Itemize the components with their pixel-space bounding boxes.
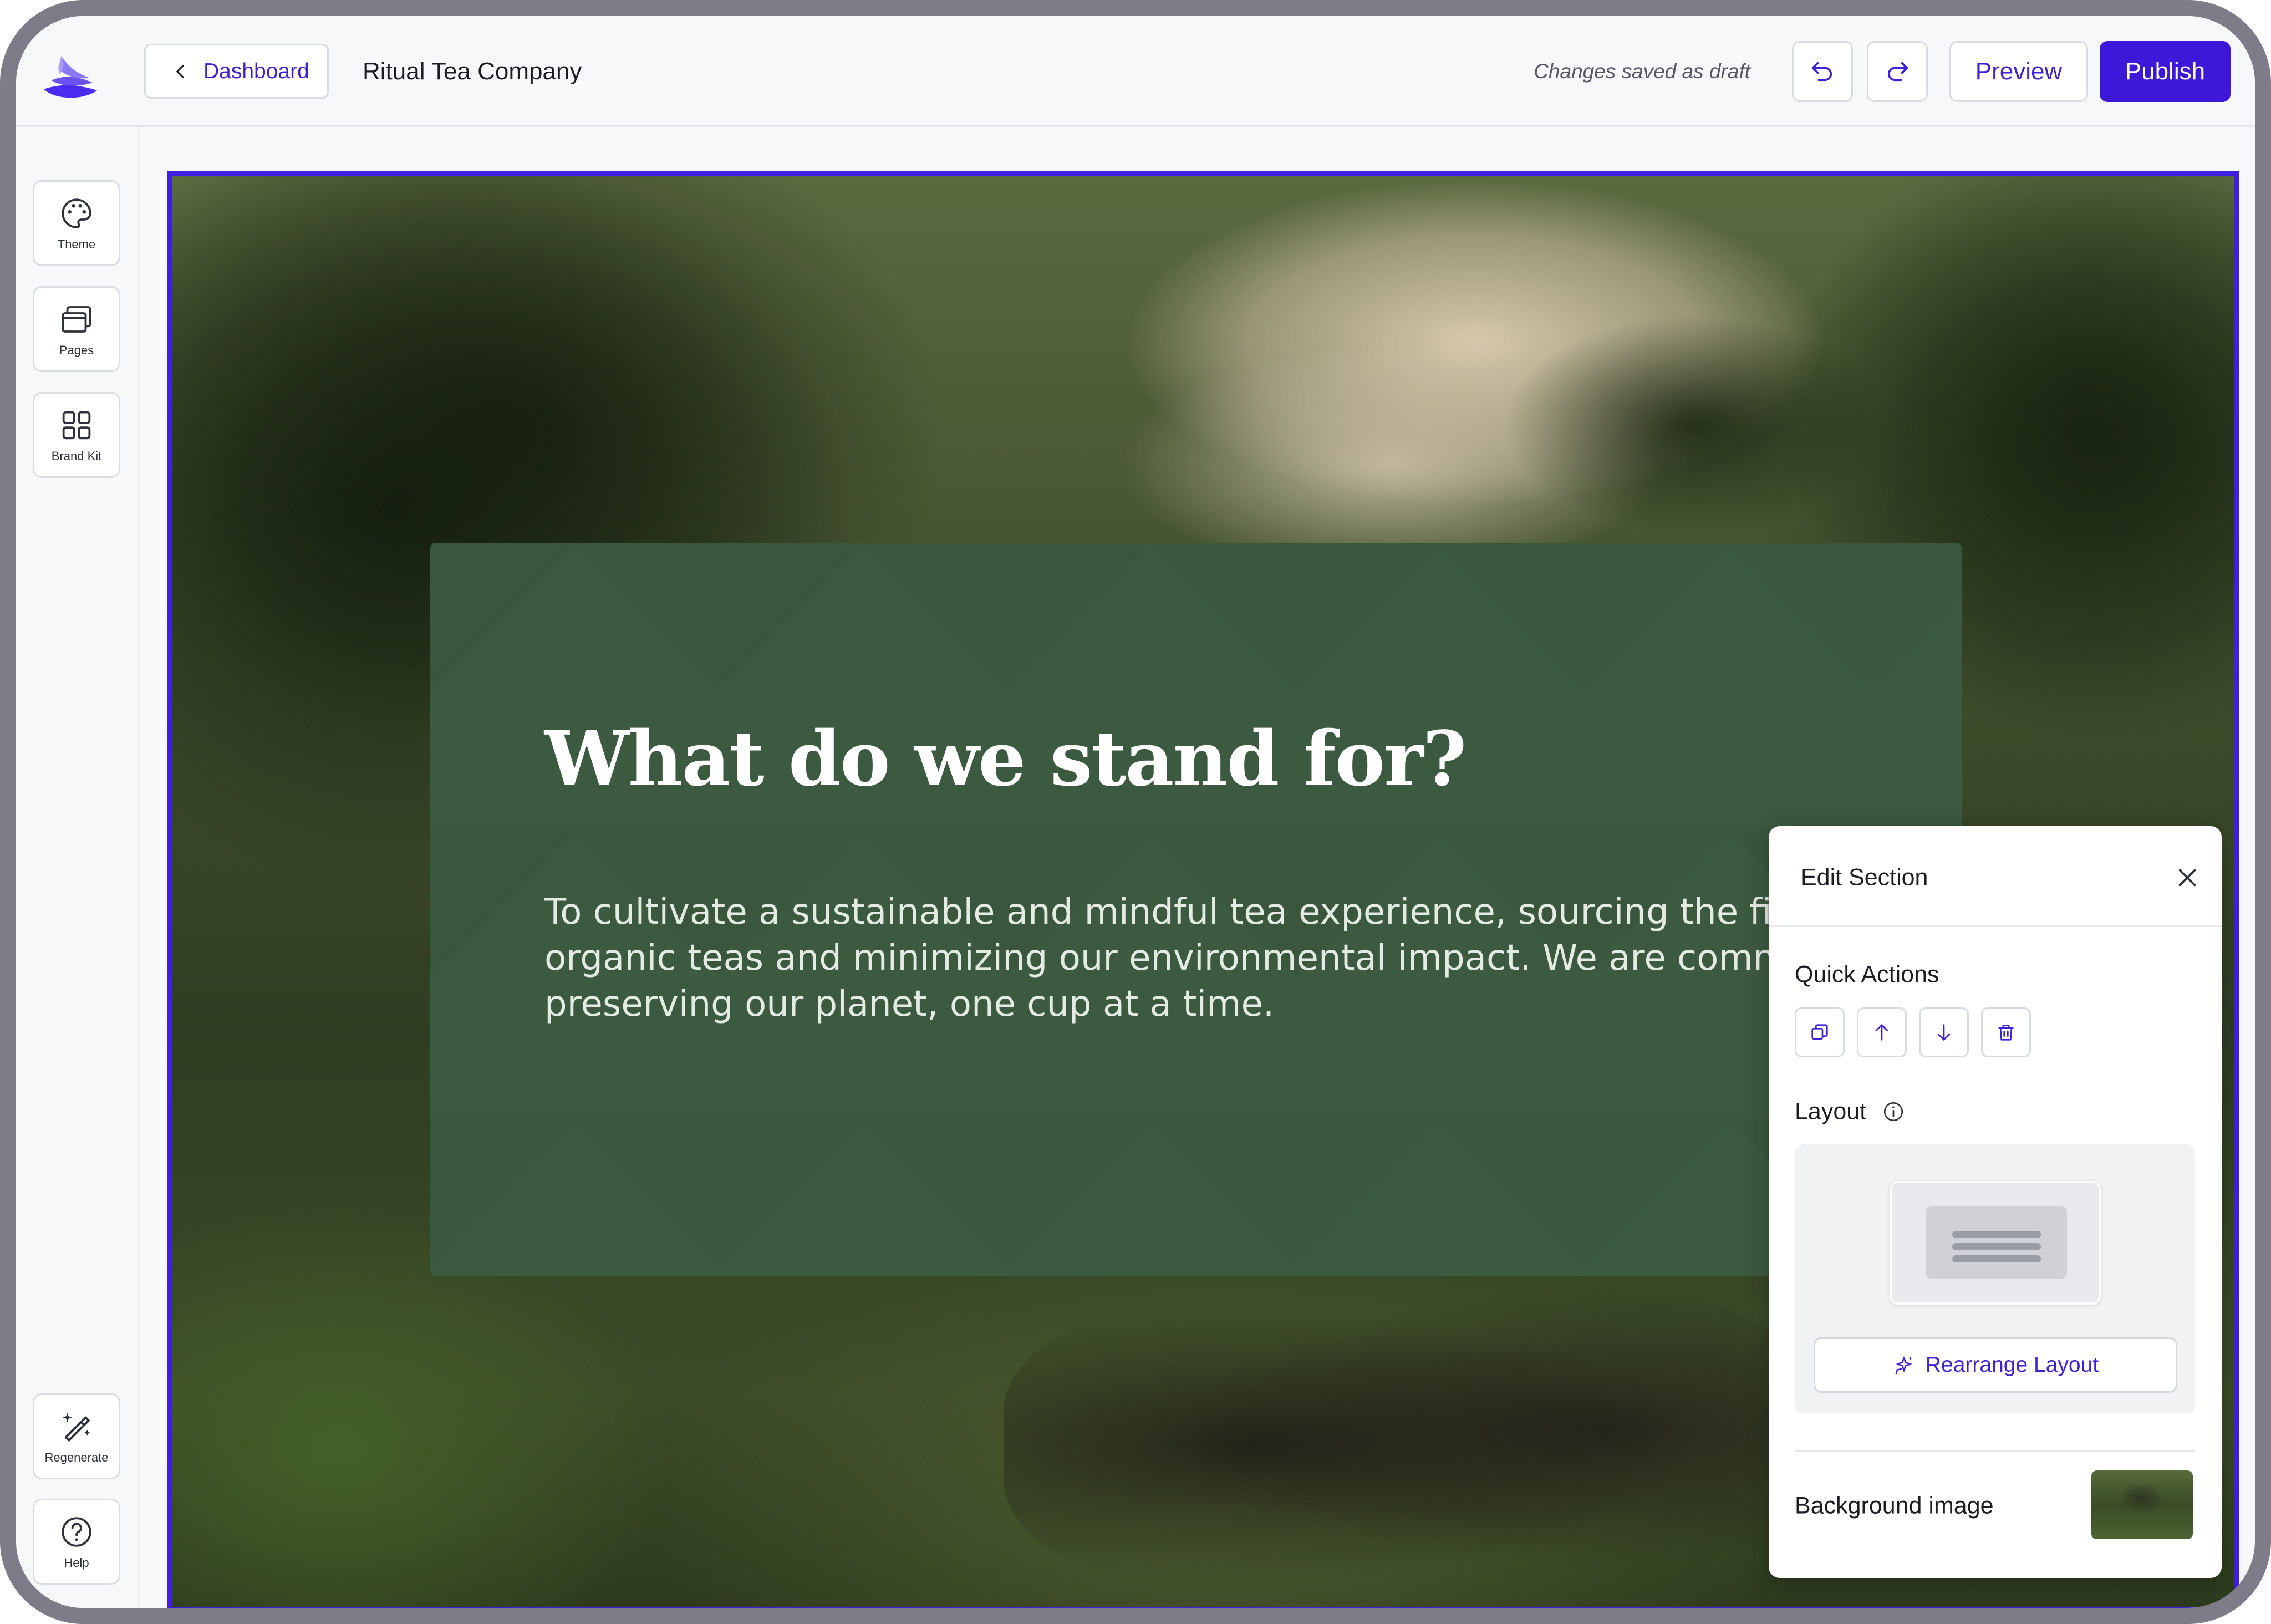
dashboard-back-button[interactable]: Dashboard [144,44,329,99]
tea-pickers [1004,1274,1835,1607]
move-up-button[interactable] [1857,1007,1907,1057]
sidebar-item-regenerate[interactable]: Regenerate [33,1393,120,1479]
delete-button[interactable] [1981,1007,2031,1057]
background-image-label: Background image [1795,1492,1994,1519]
sidebar-item-label: Brand Kit [51,449,102,463]
save-status: Changes saved as draft [1534,60,1750,83]
pages-icon [62,306,91,333]
layout-preview-line [1952,1243,2041,1250]
undo-button[interactable] [1792,41,1853,102]
top-bar: Dashboard Ritual Tea Company Changes sav… [16,16,2255,127]
preview-button[interactable]: Preview [1949,41,2088,102]
layout-label: Layout [1795,1098,1867,1125]
close-icon[interactable] [2175,865,2200,890]
sidebar-item-label: Pages [59,343,94,357]
panel-divider [1795,1450,2195,1452]
section-title[interactable]: What do we stand for? [544,715,1467,803]
move-down-button[interactable] [1919,1007,1969,1057]
chevron-left-icon [176,64,184,78]
info-icon[interactable] [1882,1100,1905,1123]
palette-icon [62,198,91,228]
arrow-down-icon [1937,1024,1951,1041]
grid-icon [62,411,91,439]
layout-preview-block [1926,1206,2067,1279]
redo-icon [1887,62,1908,82]
publish-button[interactable]: Publish [2100,41,2231,102]
layout-thumbnail[interactable] [1890,1181,2101,1305]
app-window: Dashboard Ritual Tea Company Changes sav… [0,0,2271,1624]
help-icon [62,1516,91,1547]
layout-options: Rearrange Layout [1795,1144,2195,1413]
redo-button[interactable] [1867,41,1928,102]
sidebar-item-label: Theme [57,237,96,251]
layout-preview-line [1952,1255,2041,1262]
panel-header: Edit Section [1769,826,2222,927]
duplicate-icon [1811,1024,1828,1040]
panel-title: Edit Section [1801,864,1928,891]
duplicate-button[interactable] [1795,1007,1845,1057]
sidebar-item-label: Regenerate [44,1450,109,1464]
site-name: Ritual Tea Company [363,58,582,85]
rearrange-layout-button[interactable]: Rearrange Layout [1814,1337,2177,1393]
trash-icon [1998,1025,2014,1041]
undo-icon [1811,62,1832,82]
sidebar-item-pages[interactable]: Pages [33,286,120,372]
magic-wand-icon [63,1412,90,1442]
sidebar-item-theme[interactable]: Theme [33,180,120,266]
layout-preview-line [1952,1231,2041,1238]
edit-section-panel: Edit Section Quick Actions Layout Rearra… [1769,826,2222,1578]
arrow-up-icon [1875,1024,1888,1041]
section-body[interactable]: To cultivate a sustainable and mindful t… [544,889,1931,1027]
left-sidebar: Theme Pages Brand Kit Regenerate Help [16,127,139,1608]
rearrange-layout-label: Rearrange Layout [1925,1353,2099,1377]
dashboard-label: Dashboard [203,59,309,83]
quick-actions-label: Quick Actions [1795,961,1939,988]
content-card[interactable]: What do we stand for? To cultivate a sus… [430,543,1962,1276]
sidebar-item-help[interactable]: Help [33,1499,120,1585]
sidebar-item-label: Help [64,1555,89,1570]
app-logo-icon[interactable] [39,46,100,101]
background-image-thumbnail[interactable] [2091,1470,2193,1539]
sidebar-item-brand-kit[interactable]: Brand Kit [33,392,120,478]
sparkle-icon [1895,1356,1912,1375]
